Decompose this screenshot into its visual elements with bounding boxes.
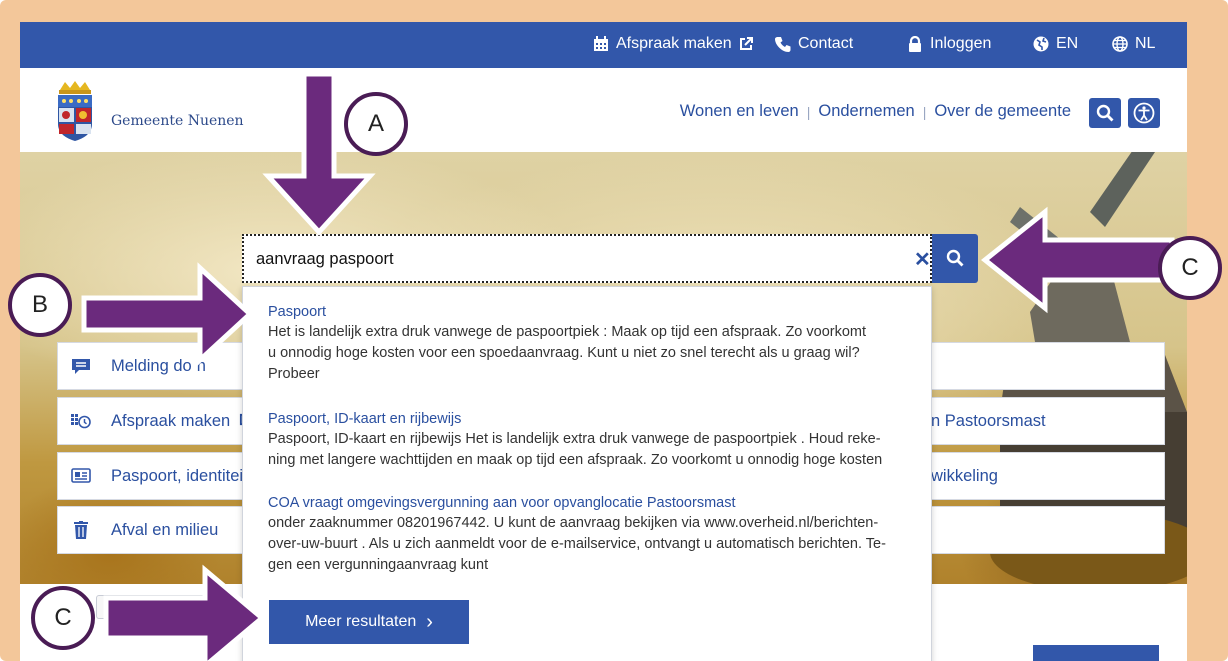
site-logo-text[interactable]: Gemeente Nuenen: [111, 113, 244, 129]
quicklink-melding-label: Melding do n: [111, 357, 206, 375]
annotation-marker-b: B: [8, 273, 72, 337]
read-aloud-divider: [179, 596, 180, 618]
municipal-crest-logo[interactable]: [55, 80, 95, 142]
search-icon: [946, 249, 964, 267]
chevron-right-icon: ›: [426, 611, 433, 633]
suggestion-title[interactable]: Paspoort: [268, 302, 908, 322]
nav-over-de-gemeente[interactable]: Over de gemeente: [934, 102, 1071, 121]
quicklink-afval-label: Afval en milieu: [111, 521, 219, 539]
search-input[interactable]: [256, 248, 876, 270]
browser-viewport: Afspraak maken Contact Inloggen EN NL Ge…: [20, 22, 1187, 661]
trash-icon: [74, 521, 88, 539]
topbar-afspraak-link[interactable]: Afspraak maken: [593, 35, 753, 53]
phone-icon: [775, 37, 791, 52]
search-suggestions-dropdown: Paspoort Het is landelijk extra druk van…: [242, 286, 932, 661]
header-accessibility-button[interactable]: [1128, 98, 1160, 128]
topbar-inloggen-link[interactable]: Inloggen: [907, 35, 991, 53]
globe-language-icon: [1033, 36, 1049, 52]
top-utility-bar: Afspraak maken Contact Inloggen EN NL: [20, 22, 1187, 68]
suggestion-snippet: Paspoort, ID-kaart en rijbewijs Het is l…: [268, 431, 883, 468]
topbar-nl-label: NL: [1135, 35, 1156, 52]
site-search-box: ✕: [242, 234, 932, 283]
quicklink-pastoorsmast-link[interactable]: n Pastoorsmast: [931, 412, 1046, 431]
suggestion-snippet: onder zaaknummer 08201967442. U kunt de …: [268, 515, 886, 573]
annotation-marker-c-top: C: [1158, 236, 1222, 300]
nav-separator: |: [806, 103, 811, 120]
external-link-icon: [739, 37, 753, 50]
more-results-button[interactable]: Meer resultaten ›: [269, 600, 469, 644]
globe-icon: [1112, 36, 1128, 52]
calendar-icon: [594, 36, 608, 51]
suggestion-title[interactable]: COA vraagt omgevingsvergunning aan voor …: [268, 493, 908, 513]
bottom-blue-element: [1033, 645, 1159, 661]
topbar-afspraak-label: Afspraak maken: [616, 35, 732, 52]
search-icon: [1096, 104, 1114, 122]
main-navigation: Wonen en leven | Ondernemen | Over de ge…: [680, 102, 1071, 121]
read-aloud-label: Lees voor: [121, 600, 178, 614]
annotation-marker-c-bottom: C: [31, 586, 95, 650]
lock-icon: [909, 36, 921, 52]
quicklink-paspoort-label: Paspoort, identitei: [111, 467, 244, 485]
suggestion-item[interactable]: Paspoort, ID-kaart en rijbewijs Paspoort…: [268, 409, 908, 471]
site-header: Gemeente Nuenen Wonen en leven | Onderne…: [20, 68, 1187, 152]
topbar-inloggen-label: Inloggen: [930, 35, 992, 52]
more-results-label: Meer resultaten: [305, 613, 417, 630]
suggestion-title[interactable]: Paspoort, ID-kaart en rijbewijs: [268, 409, 908, 429]
suggestion-item[interactable]: COA vraagt omgevingsvergunning aan voor …: [268, 493, 908, 576]
topbar-contact-link[interactable]: Contact: [775, 35, 853, 53]
topbar-contact-label: Contact: [798, 35, 854, 52]
suggestion-item[interactable]: Paspoort Het is landelijk extra druk van…: [268, 302, 908, 385]
calendar-clock-icon: [71, 414, 91, 429]
topbar-en-link[interactable]: EN: [1033, 35, 1078, 53]
quicklink-ontwikkeling-link[interactable]: wikkeling: [931, 467, 998, 486]
topbar-nl-link[interactable]: NL: [1112, 35, 1155, 53]
read-aloud-button[interactable]: Lees voor: [96, 595, 206, 619]
annotation-marker-a: A: [344, 92, 408, 156]
nav-separator: |: [922, 103, 927, 120]
quicklink-afspraak-label: Afspraak maken: [111, 412, 252, 431]
suggestion-snippet: Het is landelijk extra druk vanwege de p…: [268, 324, 867, 382]
clear-search-icon[interactable]: ✕: [914, 247, 931, 272]
nav-ondernemen[interactable]: Ondernemen: [818, 102, 914, 121]
message-icon: [72, 359, 90, 374]
id-card-icon: [71, 468, 91, 483]
accessibility-icon: [1133, 102, 1155, 124]
search-submit-button[interactable]: [932, 234, 978, 283]
topbar-en-label: EN: [1056, 35, 1079, 52]
nav-wonen-en-leven[interactable]: Wonen en leven: [680, 102, 799, 121]
header-search-button[interactable]: [1089, 98, 1121, 128]
